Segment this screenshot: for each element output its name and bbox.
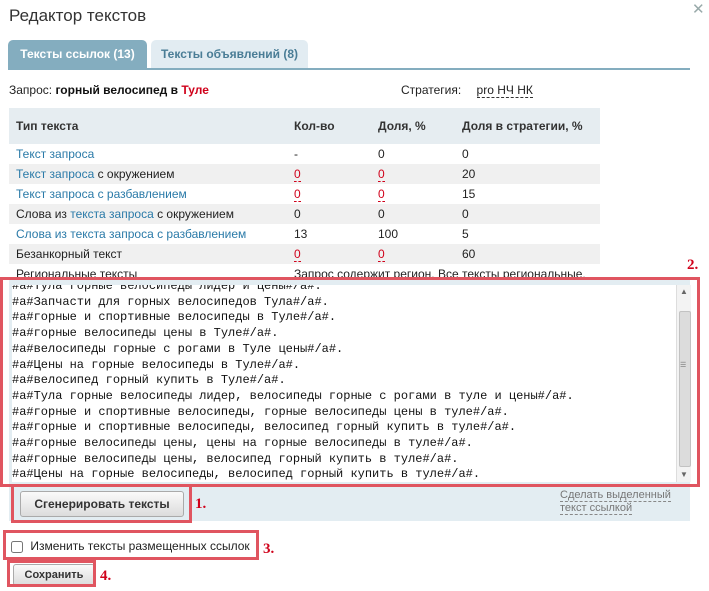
count-cell: 0: [287, 244, 371, 264]
strategy-label: Стратегия:: [401, 83, 462, 97]
share-cell: 0: [371, 204, 455, 224]
dialog-title: Редактор текстов: [9, 6, 147, 25]
share-cell: 100: [378, 227, 399, 241]
highlight-frame-3: [3, 530, 259, 560]
col-header-share: Доля, %: [371, 108, 455, 144]
make-selected-line1: Сделать выделенный: [560, 489, 671, 502]
table-header-row: Тип текста Кол-во Доля, % Доля в стратег…: [9, 108, 600, 144]
annotation-3: 3.: [263, 541, 275, 557]
strategy-info: Стратегия: pro НЧ НК: [401, 83, 533, 98]
type-cell: Текст запроса с разбавлением: [9, 184, 287, 204]
count-cell: -: [294, 147, 298, 161]
tab-ad-texts[interactable]: Тексты объявлений (8): [151, 40, 308, 68]
text-types-table: Тип текста Кол-во Доля, % Доля в стратег…: [9, 108, 600, 284]
highlight-frame-4: [7, 560, 96, 587]
type-cell: Текст запроса: [9, 144, 287, 164]
share-cell: 0: [371, 244, 455, 264]
annotation-1: 1.: [195, 496, 207, 512]
highlight-frame-2: [0, 277, 700, 487]
table-row: Текст запроса - 0 0: [9, 144, 600, 164]
type-prefix: Слова из: [16, 207, 71, 221]
share-cell: 0: [371, 184, 455, 204]
table-row: Слова из текста запроса с разбавлением 1…: [9, 224, 600, 244]
type-suffix: с окружением: [94, 167, 175, 181]
make-selected-line2: текст ссылкой: [560, 502, 633, 515]
strategy-share-cell: 0: [455, 204, 600, 224]
table-row: Слова из текста запроса с окружением 0 0…: [9, 204, 600, 224]
type-suffix: с окружением: [153, 207, 234, 221]
strategy-share-cell: 5: [462, 227, 469, 241]
share-link[interactable]: 0: [378, 247, 385, 262]
type-link[interactable]: текста запроса: [70, 207, 153, 221]
make-selected-link[interactable]: Сделать выделенный текст ссылкой: [560, 489, 671, 515]
annotation-2: 2.: [687, 257, 699, 273]
query-label: Запрос:: [9, 83, 53, 97]
col-header-count: Кол-во: [287, 108, 371, 144]
count-cell: 0: [287, 204, 371, 224]
count-cell: 0: [287, 184, 371, 204]
type-link[interactable]: Слова из текста запроса с разбавлением: [16, 227, 246, 241]
type-cell: Текст запроса с окружением: [9, 164, 287, 184]
count-cell: 0: [287, 164, 371, 184]
share-cell: 0: [371, 164, 455, 184]
type-cell: Слова из текста запроса с окружением: [9, 204, 287, 224]
annotation-4: 4.: [100, 568, 112, 584]
strategy-share-cell: 60: [455, 244, 600, 264]
type-link[interactable]: Текст запроса: [16, 147, 94, 161]
strategy-share-cell: 15: [462, 187, 476, 201]
share-link[interactable]: 0: [378, 187, 385, 202]
strategy-share-cell: 20: [455, 164, 600, 184]
share-cell: 0: [378, 147, 385, 161]
count-link[interactable]: 0: [294, 247, 301, 262]
count-link[interactable]: 0: [294, 167, 301, 182]
type-link[interactable]: Текст запроса с разбавлением: [16, 187, 187, 201]
table-row: Текст запроса с разбавлением 0 0 15: [9, 184, 600, 204]
type-link[interactable]: Текст запроса: [16, 167, 94, 181]
query-info: Запрос: горный велосипед в Туле: [9, 83, 209, 97]
count-link[interactable]: 0: [294, 187, 301, 202]
share-link[interactable]: 0: [378, 167, 385, 182]
strategy-value-link[interactable]: pro НЧ НК: [476, 83, 533, 98]
highlight-frame-1: [11, 484, 192, 523]
strategy-share-cell: 0: [462, 147, 469, 161]
table-row: Безанкорный текст 0 0 60: [9, 244, 600, 264]
query-city: Туле: [181, 83, 209, 97]
tab-divider: [8, 68, 690, 70]
table-row: Текст запроса с окружением 0 0 20: [9, 164, 600, 184]
type-cell: Безанкорный текст: [9, 244, 287, 264]
col-header-strategy-share: Доля в стратегии, %: [455, 108, 600, 144]
close-icon[interactable]: ✕: [692, 0, 705, 18]
tab-link-texts[interactable]: Тексты ссылок (13): [8, 40, 147, 68]
query-text: горный велосипед в: [55, 83, 178, 97]
count-cell: 13: [294, 227, 308, 241]
type-cell: Слова из текста запроса с разбавлением: [9, 224, 287, 244]
col-header-type: Тип текста: [9, 108, 287, 144]
